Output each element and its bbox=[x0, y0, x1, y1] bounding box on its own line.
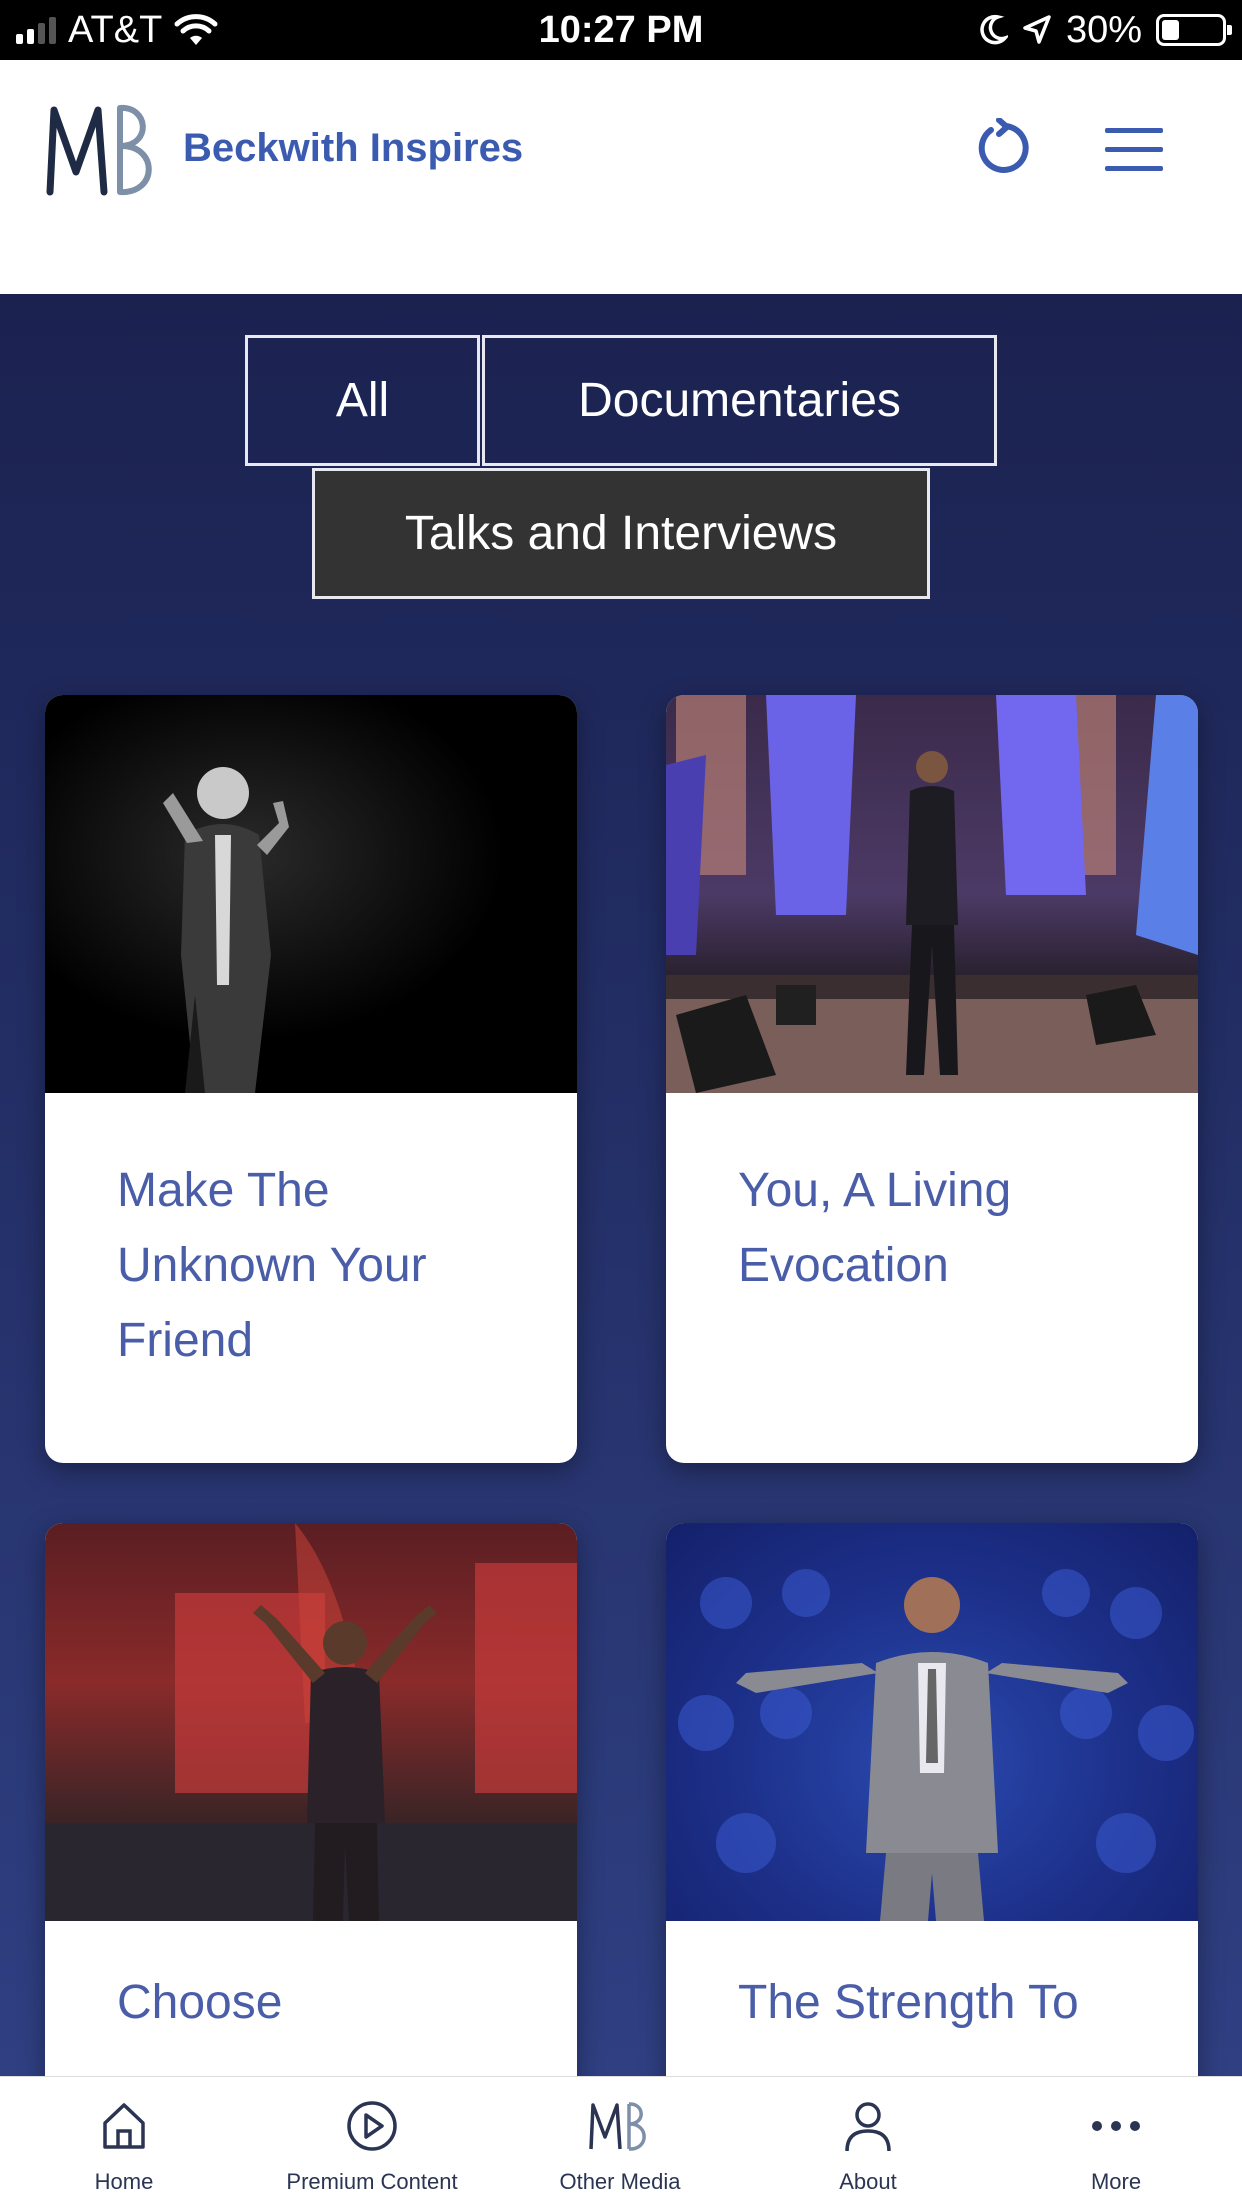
video-card[interactable]: You, A Living Evocation bbox=[666, 695, 1198, 1463]
hamburger-menu-icon[interactable] bbox=[1105, 128, 1163, 172]
moon-icon bbox=[980, 14, 1008, 45]
status-right: 30% bbox=[978, 0, 1232, 60]
content-area: All Documentaries Talks and Interviews M… bbox=[0, 294, 1242, 2076]
video-title: Make The Unknown Your Friend bbox=[117, 1164, 427, 1367]
bottom-tab-bar: Home Premium Content Other Media About M… bbox=[0, 2076, 1242, 2208]
video-thumbnail bbox=[45, 695, 577, 1093]
video-thumbnail bbox=[666, 695, 1198, 1093]
video-title: You, A Living Evocation bbox=[738, 1164, 1012, 1292]
video-card[interactable]: The Strength To bbox=[666, 1523, 1198, 2076]
tab-more[interactable]: More bbox=[992, 2077, 1240, 2208]
video-thumbnail bbox=[45, 1523, 577, 1921]
battery-icon bbox=[1156, 14, 1232, 46]
speaker-figure bbox=[678, 1569, 1194, 1921]
status-bar: AT&T 10:27 PM 30% bbox=[0, 0, 1242, 60]
mb-logo[interactable] bbox=[44, 100, 166, 200]
tab-about[interactable]: About bbox=[744, 2077, 992, 2208]
video-title: The Strength To bbox=[738, 1976, 1079, 2029]
filter-all[interactable]: All bbox=[245, 335, 480, 466]
more-dots-icon bbox=[1092, 2121, 1140, 2131]
tab-label: More bbox=[1090, 2169, 1142, 2194]
tab-label: Other Media bbox=[559, 2169, 681, 2194]
app-title: Beckwith Inspires bbox=[183, 126, 524, 170]
speaker-figure bbox=[45, 1523, 577, 1921]
video-card[interactable]: Choose bbox=[45, 1523, 577, 2076]
tab-label: Home bbox=[94, 2169, 154, 2194]
filter-documentaries[interactable]: Documentaries bbox=[482, 335, 997, 466]
speaker-figure bbox=[163, 767, 289, 1093]
video-title: Choose bbox=[117, 1976, 283, 2029]
video-card[interactable]: Make The Unknown Your Friend bbox=[45, 695, 577, 1463]
battery-percent: 30% bbox=[1065, 8, 1142, 51]
tab-premium-content[interactable]: Premium Content bbox=[248, 2077, 496, 2208]
tab-other-media[interactable]: Other Media bbox=[496, 2077, 744, 2208]
tab-label: About bbox=[839, 2169, 897, 2194]
app-header: Beckwith Inspires bbox=[0, 60, 1242, 294]
tab-home[interactable]: Home bbox=[0, 2077, 248, 2208]
video-thumbnail bbox=[666, 1523, 1198, 1921]
stage-scene bbox=[666, 695, 1198, 1093]
home-icon bbox=[103, 2103, 145, 2149]
play-icon bbox=[347, 2101, 397, 2151]
filter-talks-and-interviews[interactable]: Talks and Interviews bbox=[312, 468, 930, 599]
refresh-icon[interactable] bbox=[975, 118, 1035, 178]
location-arrow-icon bbox=[1023, 15, 1051, 44]
tab-label: Premium Content bbox=[286, 2169, 458, 2194]
mb-logo-icon bbox=[589, 2102, 646, 2151]
person-icon bbox=[845, 2102, 891, 2152]
